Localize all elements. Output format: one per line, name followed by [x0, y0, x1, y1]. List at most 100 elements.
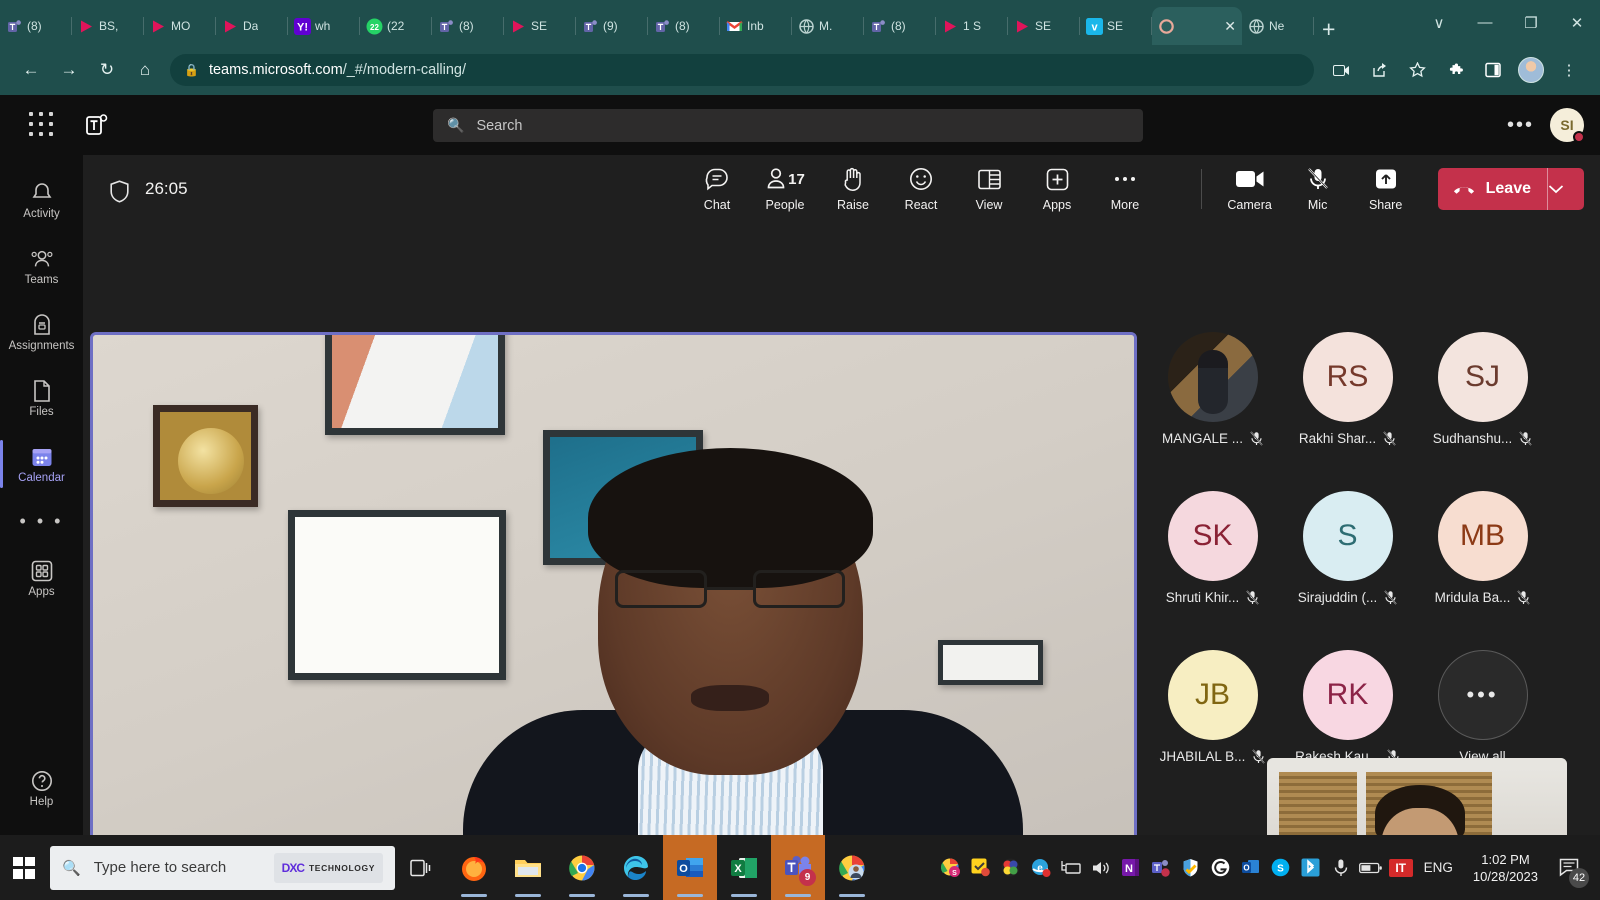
reload-icon[interactable]: ↻	[88, 51, 126, 89]
close-icon[interactable]: ✕	[1224, 18, 1236, 35]
skype-icon[interactable]: S	[1266, 835, 1296, 900]
system-tray[interactable]: Se N O S IT ENG 1:02 PM 10/28/2023 42	[936, 835, 1600, 900]
browser-tab[interactable]: (8)	[864, 7, 936, 45]
participant-tile[interactable]: MANGALE ...	[1145, 332, 1280, 446]
address-bar[interactable]: 🔒 teams.microsoft.com /_#/modern-calling…	[170, 54, 1314, 86]
participant-tile[interactable]: RK Rakesh Kau...	[1280, 650, 1415, 764]
browser-tab[interactable]: ✕	[1152, 7, 1242, 45]
participant-tile[interactable]: SJ Sudhanshu...	[1415, 332, 1550, 446]
participant-tile[interactable]: SK Shruti Khir...	[1145, 491, 1280, 605]
participant-tile[interactable]: JB JHABILAL B...	[1145, 650, 1280, 764]
header-more-icon[interactable]: •••	[1507, 114, 1534, 137]
taskbar-app-excel[interactable]: X	[717, 835, 771, 900]
taskbar-search-input[interactable]: 🔍 Type here to search DXC TECHNOLOGY	[50, 845, 395, 890]
browser-tab[interactable]: MO	[144, 7, 216, 45]
taskbar-app-outlook[interactable]: O	[663, 835, 717, 900]
view-all-button[interactable]: ••• View all	[1415, 650, 1550, 764]
taskbar-app-firefox[interactable]	[447, 835, 501, 900]
search-input[interactable]: 🔍 Search	[433, 109, 1143, 142]
share-icon[interactable]	[1360, 53, 1398, 87]
browser-tab[interactable]: (8)	[0, 7, 72, 45]
ie-icon[interactable]: e	[1026, 835, 1056, 900]
battery-icon[interactable]	[1356, 835, 1386, 900]
sidebar-item-help[interactable]: Help	[0, 755, 83, 821]
avatar[interactable]: SI	[1550, 108, 1585, 143]
apps-button[interactable]: Apps	[1023, 165, 1091, 212]
browser-tab[interactable]: SE	[504, 7, 576, 45]
outlook-tray-icon[interactable]: O	[1236, 835, 1266, 900]
sidebar-item-calendar[interactable]: Calendar	[0, 431, 83, 497]
sidebar-item-activity[interactable]: Activity	[0, 167, 83, 233]
browser-tabs[interactable]: (8) BS, MO Da Y! wh 22 (22 (8) SE (9) (8) Inb M. (8) 1 …	[0, 0, 1335, 45]
back-icon[interactable]: ←	[12, 51, 50, 89]
browser-tab[interactable]: SE	[1008, 7, 1080, 45]
window-controls[interactable]: ∨ — ❐ ✕	[1416, 0, 1600, 45]
grammarly-icon[interactable]	[1206, 835, 1236, 900]
defender-icon[interactable]	[1176, 835, 1206, 900]
leave-button[interactable]: Leave	[1437, 167, 1584, 210]
mic-button[interactable]: Mic	[1284, 165, 1352, 212]
forward-icon[interactable]: →	[50, 51, 88, 89]
language-indicator[interactable]: ENG	[1416, 860, 1463, 875]
participant-tile[interactable]: RS Rakhi Shar...	[1280, 332, 1415, 446]
more-button[interactable]: More	[1091, 165, 1159, 212]
browser-tab[interactable]: M.	[792, 7, 864, 45]
extensions-puzzle-icon[interactable]	[1436, 53, 1474, 87]
tab-search-icon[interactable]: ∨	[1416, 14, 1462, 32]
taskbar-app-edge[interactable]	[609, 835, 663, 900]
sidebar-item-assignments[interactable]: Assignments	[0, 299, 83, 365]
active-speaker-video[interactable]: Alok Kumar (Guest) •••	[90, 332, 1137, 900]
onenote-icon[interactable]: N	[1116, 835, 1146, 900]
browser-tab[interactable]: (8)	[648, 7, 720, 45]
taskbar-app-file-explorer[interactable]	[501, 835, 555, 900]
taskbar-app-chrome[interactable]	[555, 835, 609, 900]
network-icon[interactable]	[1056, 835, 1086, 900]
home-icon[interactable]: ⌂	[126, 51, 164, 89]
new-tab-button[interactable]: +	[1322, 18, 1335, 41]
participant-tile[interactable]: MB Mridula Ba...	[1415, 491, 1550, 605]
browser-tab[interactable]: v SE	[1080, 7, 1152, 45]
leave-chevron-icon[interactable]	[1548, 184, 1584, 194]
rail-more-icon[interactable]: • • •	[0, 497, 83, 545]
browser-tab[interactable]: 22 (22	[360, 7, 432, 45]
bookmark-star-icon[interactable]	[1398, 53, 1436, 87]
sidebar-item-apps[interactable]: Apps	[0, 545, 83, 611]
bluetooth-icon[interactable]	[1296, 835, 1326, 900]
side-panel-icon[interactable]	[1474, 53, 1512, 87]
view-button[interactable]: View	[955, 165, 1023, 212]
language-it-badge[interactable]: IT	[1386, 835, 1416, 900]
browser-tab[interactable]: Inb	[720, 7, 792, 45]
notification-center-button[interactable]: 42	[1548, 835, 1592, 900]
browser-tab[interactable]: 1 S	[936, 7, 1008, 45]
color-wheel-icon[interactable]	[996, 835, 1026, 900]
browser-tab[interactable]: BS,	[72, 7, 144, 45]
chrome-menu-icon[interactable]: ⋮	[1550, 53, 1588, 87]
share-button[interactable]: Share	[1352, 165, 1420, 212]
browser-tab[interactable]: Ne	[1242, 7, 1314, 45]
clock[interactable]: 1:02 PM 10/28/2023	[1463, 851, 1548, 885]
app-launcher-icon[interactable]	[27, 110, 57, 140]
media-cast-icon[interactable]	[1322, 53, 1360, 87]
react-button[interactable]: React	[887, 165, 955, 212]
maximize-button[interactable]: ❐	[1508, 14, 1554, 32]
meeting-controls-right[interactable]: Camera Mic Share Leave	[1187, 165, 1584, 212]
meeting-controls[interactable]: Chat 17 People Raise React View Apps More	[683, 165, 1159, 212]
minimize-button[interactable]: —	[1462, 14, 1508, 31]
mic-tray-icon[interactable]	[1326, 835, 1356, 900]
teams-tray-icon[interactable]	[1146, 835, 1176, 900]
volume-icon[interactable]	[1086, 835, 1116, 900]
participant-tile[interactable]: S Sirajuddin (...	[1280, 491, 1415, 605]
raise-button[interactable]: Raise	[819, 165, 887, 212]
camera-button[interactable]: Camera	[1216, 165, 1284, 212]
sidebar-item-files[interactable]: Files	[0, 365, 83, 431]
profile-avatar[interactable]	[1512, 53, 1550, 87]
browser-tab[interactable]: (9)	[576, 7, 648, 45]
leave-main[interactable]: Leave	[1438, 180, 1547, 198]
people-button[interactable]: 17 People	[751, 165, 819, 212]
chat-button[interactable]: Chat	[683, 165, 751, 212]
taskbar-app-chrome-profile[interactable]	[825, 835, 879, 900]
browser-tab[interactable]: Da	[216, 7, 288, 45]
start-button[interactable]	[0, 835, 48, 900]
close-window-button[interactable]: ✕	[1554, 14, 1600, 32]
taskbar-apps[interactable]: O X 9	[447, 835, 879, 900]
